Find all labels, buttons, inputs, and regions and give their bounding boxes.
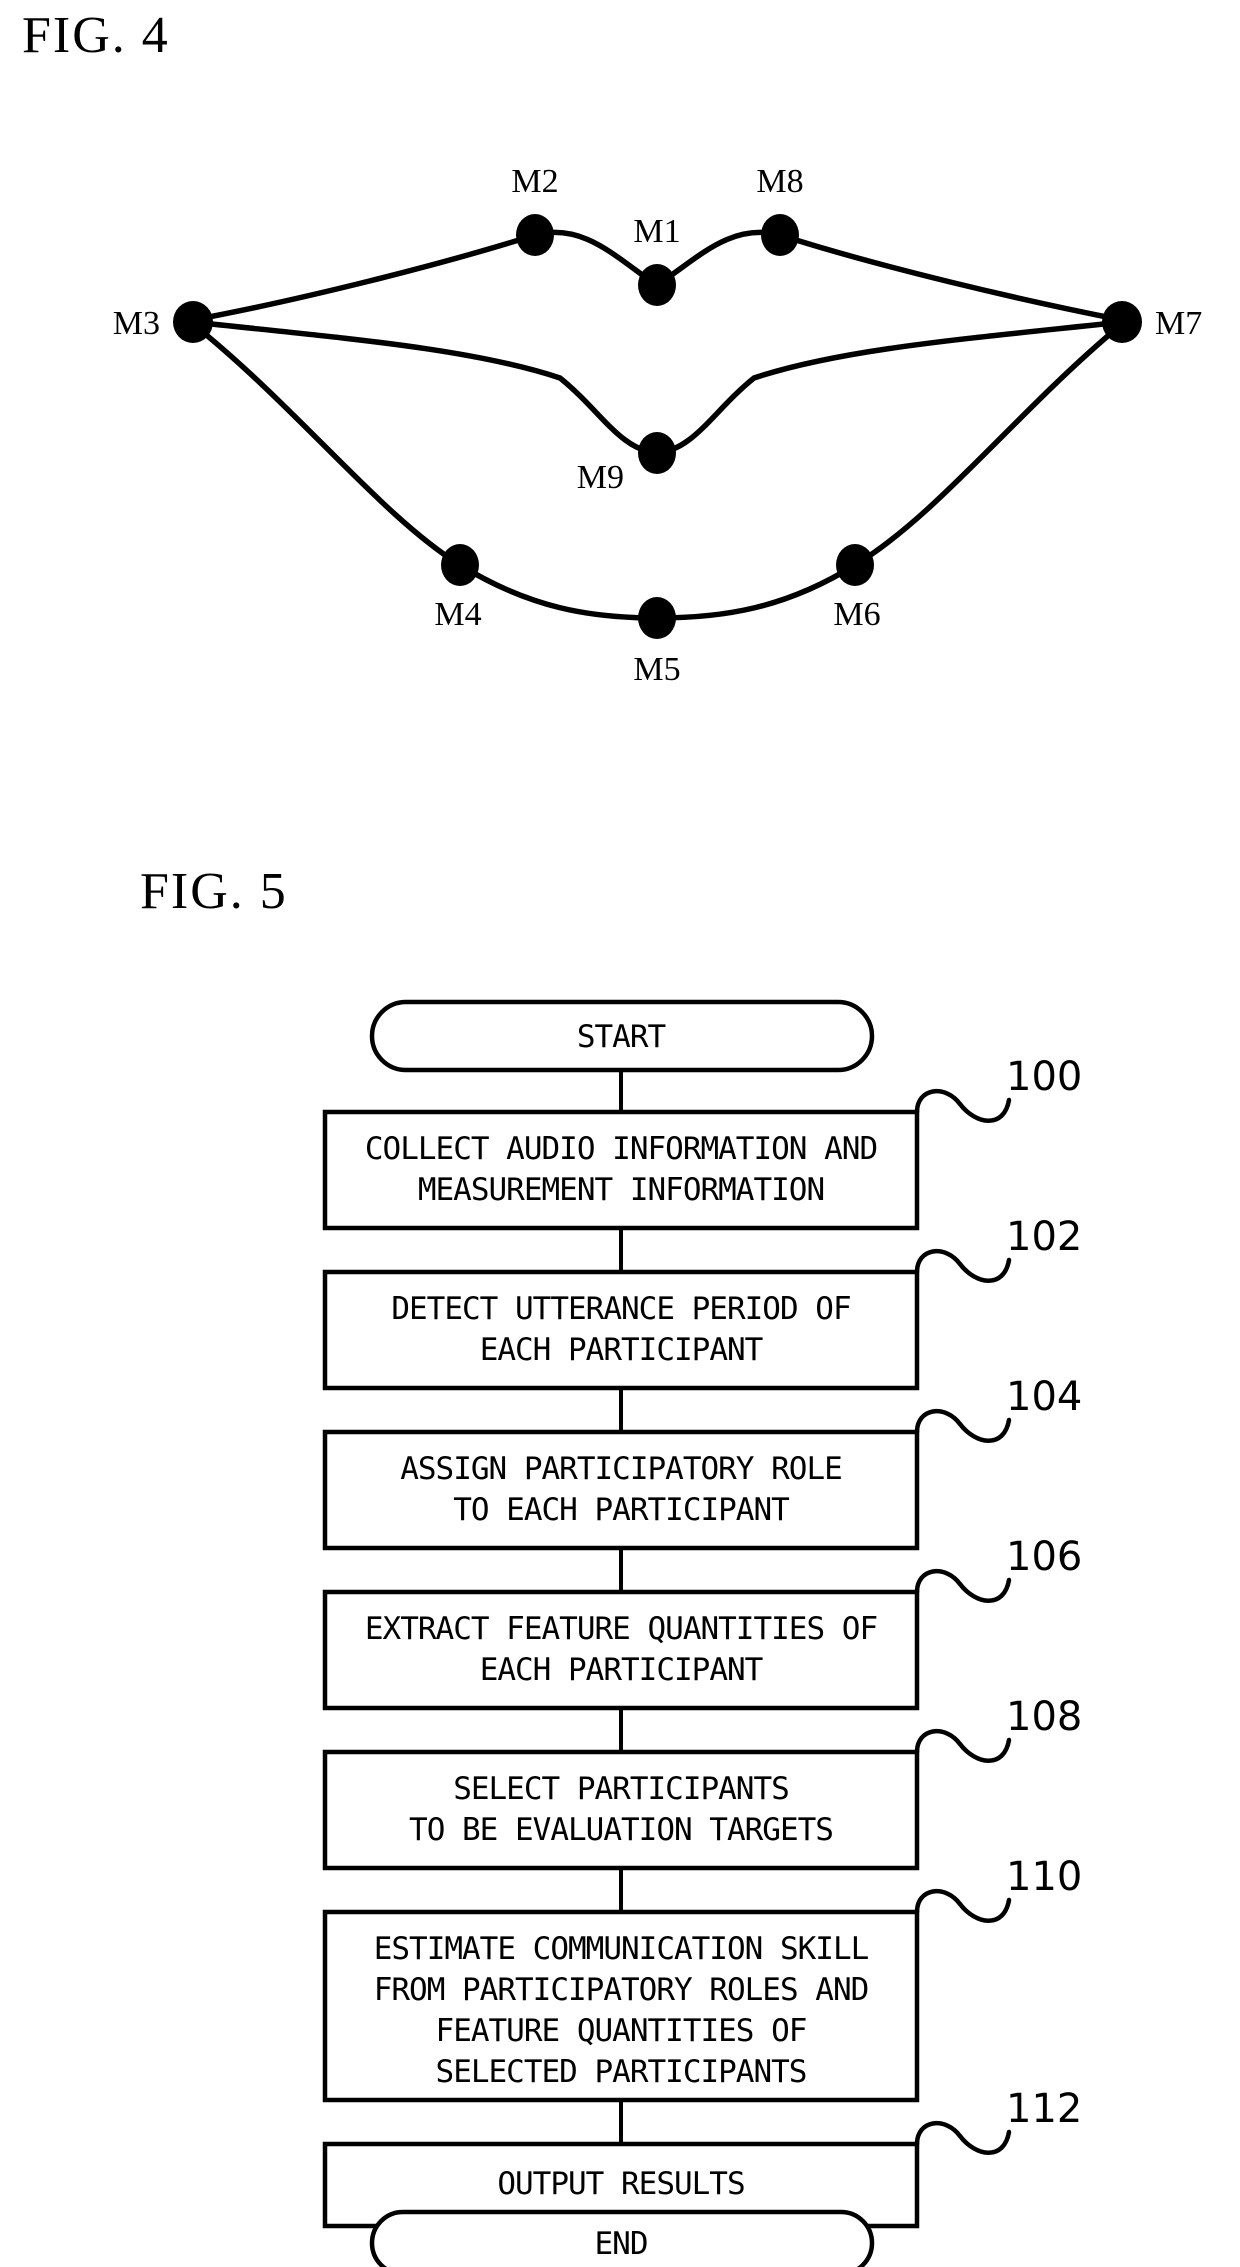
step-100-line-1: COLLECT AUDIO INFORMATION AND: [365, 1131, 877, 1167]
step-106-line-1: EXTRACT FEATURE QUANTITIES OF: [365, 1611, 877, 1647]
step-box-100: [322, 1109, 920, 1231]
step-box-108: [322, 1749, 920, 1871]
step-100-line-2: MEASUREMENT INFORMATION: [418, 1172, 824, 1208]
marker-label-m4: M4: [434, 596, 481, 633]
ref-number-110: 110: [1006, 1854, 1082, 1900]
leader-squiggle-110: [914, 1888, 1012, 1923]
step-102-line-1: DETECT UTTERANCE PERIOD OF: [391, 1291, 850, 1327]
marker-label-m5: M5: [633, 651, 680, 688]
step-108-line-1: SELECT PARTICIPANTS: [453, 1771, 789, 1807]
leader-squiggle-104: [914, 1408, 1012, 1443]
marker-m4: [441, 544, 479, 586]
marker-m7: [1102, 301, 1142, 343]
marker-m6: [836, 544, 874, 586]
marker-label-m2: M2: [511, 163, 558, 200]
step-110-line-3: FEATURE QUANTITIES OF: [436, 2013, 807, 2049]
marker-label-m8: M8: [756, 163, 803, 200]
figure-4-title: FIG. 4: [22, 7, 170, 64]
marker-m2: [516, 214, 554, 256]
ref-number-102: 102: [1006, 1214, 1082, 1260]
figure-4-lip-landmark-diagram: M2 M1 M8 M3 M7 M9 M4 M5 M6: [113, 163, 1202, 688]
leader-squiggle-112: [914, 2120, 1012, 2155]
ref-number-106: 106: [1006, 1534, 1082, 1580]
marker-label-m6: M6: [833, 596, 880, 633]
step-box-102: [322, 1269, 920, 1391]
step-104-line-2: TO EACH PARTICIPANT: [453, 1492, 789, 1528]
step-box-104: [322, 1429, 920, 1551]
ref-number-108: 108: [1006, 1694, 1082, 1740]
figure-5-flowchart: START COLLECT AUDIO INFORMATION AND MEAS…: [322, 999, 1082, 2267]
step-112-line-1: OUTPUT RESULTS: [497, 2166, 744, 2202]
marker-label-m3: M3: [113, 305, 160, 342]
step-110-line-2: FROM PARTICIPATORY ROLES AND: [374, 1972, 869, 2008]
ref-number-104: 104: [1006, 1374, 1082, 1420]
leader-squiggle-108: [914, 1728, 1012, 1763]
step-106-line-2: EACH PARTICIPANT: [480, 1652, 763, 1688]
marker-label-m1: M1: [633, 213, 680, 250]
step-104-line-1: ASSIGN PARTICIPATORY ROLE: [400, 1451, 842, 1487]
figure-5-title: FIG. 5: [140, 863, 288, 920]
step-102-line-2: EACH PARTICIPANT: [480, 1332, 763, 1368]
marker-label-m7: M7: [1155, 305, 1202, 342]
ref-number-100: 100: [1006, 1054, 1082, 1100]
marker-m5: [638, 597, 676, 639]
end-label: END: [595, 2226, 648, 2262]
leader-squiggle-106: [914, 1568, 1012, 1603]
marker-m9: [638, 432, 676, 474]
step-110-line-4: SELECTED PARTICIPANTS: [436, 2054, 807, 2090]
ref-number-112: 112: [1006, 2086, 1082, 2132]
marker-label-m9: M9: [577, 459, 624, 496]
start-label: START: [577, 1019, 666, 1055]
step-108-line-2: TO BE EVALUATION TARGETS: [409, 1812, 833, 1848]
marker-m1: [638, 264, 676, 306]
marker-m3: [173, 301, 213, 343]
marker-m8: [761, 214, 799, 256]
step-110-line-1: ESTIMATE COMMUNICATION SKILL: [374, 1931, 869, 1967]
leader-squiggle-102: [914, 1248, 1012, 1283]
step-box-106: [322, 1589, 920, 1711]
leader-squiggle-100: [914, 1088, 1012, 1123]
